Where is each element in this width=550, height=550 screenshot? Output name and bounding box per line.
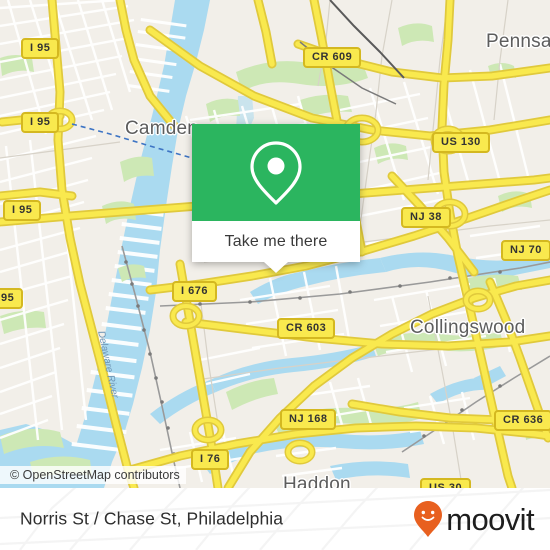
- popup-action-area[interactable]: Take me there: [192, 221, 360, 273]
- map-pin-icon: [250, 140, 302, 205]
- popup-header: [192, 124, 360, 221]
- road-shield-i95-north[interactable]: I 95: [21, 38, 60, 59]
- road-shield-us30[interactable]: US 30: [420, 478, 472, 488]
- road-shield-cr603[interactable]: CR 603: [277, 318, 336, 339]
- location-popup-card[interactable]: Take me there: [192, 124, 360, 273]
- road-shield-nj70[interactable]: NJ 70: [501, 240, 550, 261]
- road-shield-i95-south[interactable]: I 95: [3, 200, 42, 221]
- road-shield-i676[interactable]: I 676: [172, 281, 217, 302]
- map-screenshot-root: Camden Pennsauken Collingswood Haddon De…: [0, 0, 550, 550]
- moovit-smiley-pin-icon: [414, 501, 443, 537]
- take-me-there-label: Take me there: [224, 232, 328, 250]
- road-shield-i95-edge[interactable]: 95: [0, 288, 24, 309]
- road-shield-us130[interactable]: US 130: [432, 132, 490, 153]
- road-shield-i76[interactable]: I 76: [191, 449, 230, 470]
- map-canvas[interactable]: Camden Pennsauken Collingswood Haddon De…: [0, 0, 550, 488]
- road-shield-cr609[interactable]: CR 609: [303, 47, 362, 68]
- moovit-brand[interactable]: moovit: [413, 500, 535, 538]
- map-attribution[interactable]: © OpenStreetMap contributors: [0, 466, 186, 484]
- road-shield-nj38[interactable]: NJ 38: [401, 207, 451, 228]
- footer-location-title: Norris St / Chase St, Philadelphia: [20, 508, 284, 529]
- road-shield-cr636[interactable]: CR 636: [494, 410, 550, 431]
- road-shield-i95-mid[interactable]: I 95: [21, 112, 60, 133]
- popup-pointer-tail: [264, 262, 288, 273]
- footer-bar: Norris St / Chase St, Philadelphia moovi…: [0, 488, 550, 550]
- moovit-wordmark: moovit: [446, 501, 534, 537]
- road-shield-nj168[interactable]: NJ 168: [280, 409, 337, 430]
